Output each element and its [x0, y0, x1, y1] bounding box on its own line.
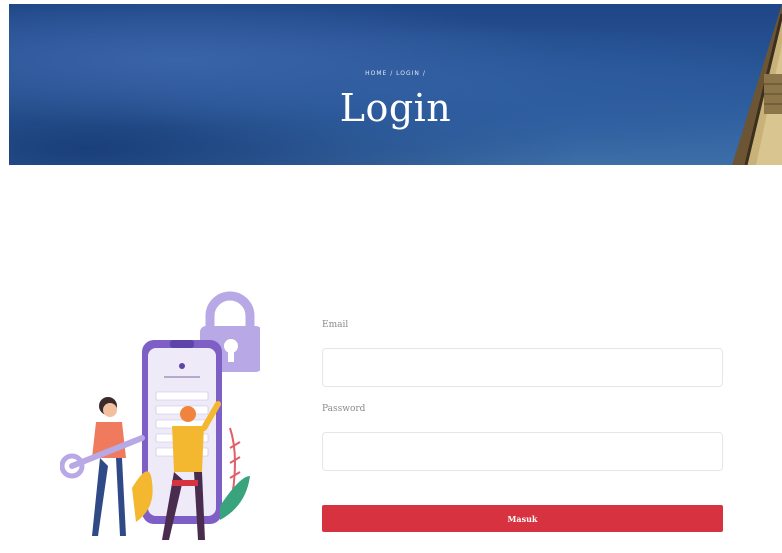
login-illustration [60, 291, 260, 540]
email-label: Email [322, 320, 349, 330]
email-input[interactable] [322, 348, 723, 387]
password-input[interactable] [322, 432, 723, 471]
password-label: Password [322, 404, 366, 414]
breadcrumb[interactable]: HOME / LOGIN / [9, 70, 782, 77]
woman-figure [60, 397, 145, 536]
login-form: Email Password Masuk [322, 320, 723, 532]
hero-banner: HOME / LOGIN / Login [9, 4, 782, 165]
login-submit-button[interactable]: Masuk [322, 505, 723, 532]
page-title: Login [339, 86, 452, 130]
house-roof-image [732, 4, 782, 165]
